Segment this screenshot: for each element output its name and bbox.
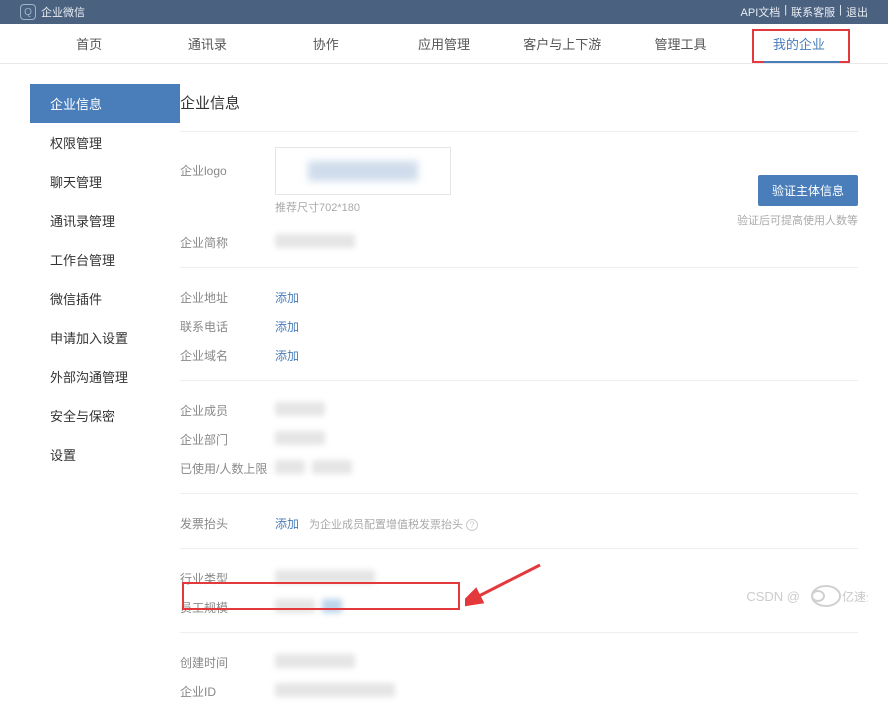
sidebar-item-perm[interactable]: 权限管理 [30, 123, 180, 162]
add-invoice[interactable]: 添加 [275, 517, 299, 531]
nav-collab[interactable]: 协作 [267, 24, 385, 63]
label-depts: 企业部门 [180, 431, 275, 448]
sidebar-item-workbench[interactable]: 工作台管理 [30, 240, 180, 279]
sep: | [839, 4, 842, 20]
page-title: 企业信息 [180, 84, 858, 131]
sidebar-item-settings[interactable]: 设置 [30, 435, 180, 474]
content: 企业信息 企业logo 推荐尺寸702*180 验证主体信息 验证后可提高使用人… [180, 84, 888, 706]
label-invoice: 发票抬头 [180, 515, 275, 532]
watermark-logo: 亿速云 [808, 583, 868, 609]
sidebar-item-external[interactable]: 外部沟通管理 [30, 357, 180, 396]
cs-link[interactable]: 联系客服 [791, 4, 835, 20]
svg-text:亿速云: 亿速云 [842, 589, 868, 604]
brand: Q 企业微信 [20, 4, 85, 20]
add-address[interactable]: 添加 [275, 291, 299, 305]
brand-icon: Q [20, 4, 36, 20]
label-logo: 企业logo [180, 147, 275, 179]
sidebar-item-security[interactable]: 安全与保密 [30, 396, 180, 435]
sidebar-item-join[interactable]: 申请加入设置 [30, 318, 180, 357]
label-industry: 行业类型 [180, 570, 275, 587]
label-address: 企业地址 [180, 289, 275, 306]
label-members: 企业成员 [180, 402, 275, 419]
sidebar-item-chat[interactable]: 聊天管理 [30, 162, 180, 201]
verify-button[interactable]: 验证主体信息 [758, 175, 858, 206]
label-shortname: 企业简称 [180, 234, 275, 251]
sidebar-item-wxplugin[interactable]: 微信插件 [30, 279, 180, 318]
nav-customers[interactable]: 客户与上下游 [503, 24, 621, 63]
watermark: CSDN @ 亿速云 [746, 583, 868, 609]
api-link[interactable]: API文档 [741, 4, 781, 20]
label-used: 已使用/人数上限 [180, 460, 275, 477]
add-domain[interactable]: 添加 [275, 349, 299, 363]
sidebar: 企业信息 权限管理 聊天管理 通讯录管理 工作台管理 微信插件 申请加入设置 外… [0, 84, 180, 706]
logo-tip: 推荐尺寸702*180 [275, 199, 737, 215]
verify-tip: 验证后可提高使用人数等 [737, 212, 858, 228]
logout-link[interactable]: 退出 [846, 4, 868, 20]
navbar: 首页 通讯录 协作 应用管理 客户与上下游 管理工具 我的企业 [0, 24, 888, 64]
label-phone: 联系电话 [180, 318, 275, 335]
nav-home[interactable]: 首页 [30, 24, 148, 63]
brand-text: 企业微信 [41, 4, 85, 20]
top-links: API文档 | 联系客服 | 退出 [741, 4, 868, 20]
nav-apps[interactable]: 应用管理 [385, 24, 503, 63]
label-created: 创建时间 [180, 654, 275, 671]
label-corpid: 企业ID [180, 683, 275, 700]
sidebar-item-contacts[interactable]: 通讯录管理 [30, 201, 180, 240]
sidebar-item-corpinfo[interactable]: 企业信息 [30, 84, 180, 123]
info-icon[interactable]: ? [466, 519, 478, 531]
nav-contacts[interactable]: 通讯录 [148, 24, 266, 63]
sep: | [784, 4, 787, 20]
add-phone[interactable]: 添加 [275, 320, 299, 334]
nav-underline [764, 61, 840, 63]
label-size: 员工规模 [180, 599, 275, 616]
nav-tools[interactable]: 管理工具 [621, 24, 739, 63]
logo-upload[interactable] [275, 147, 451, 195]
invoice-tip: 为企业成员配置增值税发票抬头 [309, 519, 463, 531]
nav-mycorp[interactable]: 我的企业 [740, 24, 858, 63]
label-domain: 企业域名 [180, 347, 275, 364]
